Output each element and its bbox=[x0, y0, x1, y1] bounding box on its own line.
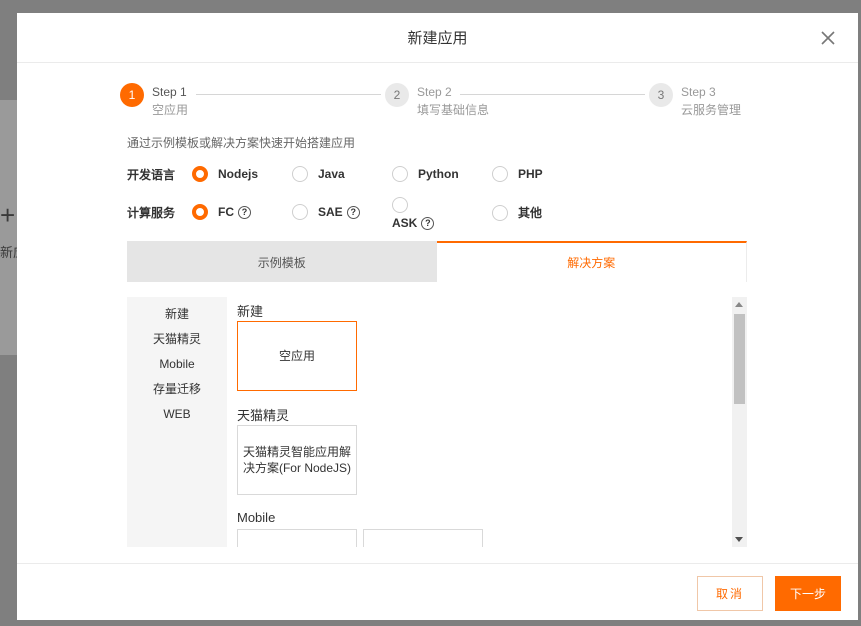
category-item-tmall-genie[interactable]: 天猫精灵 bbox=[127, 327, 227, 352]
step-3: 3 Step 3 云服务管理 bbox=[649, 83, 741, 119]
solution-card-mobile-1[interactable] bbox=[237, 529, 357, 547]
dialog-footer: 取消 下一步 bbox=[17, 563, 858, 620]
step-2: 2 Step 2 填写基础信息 bbox=[385, 83, 489, 119]
step-connector bbox=[196, 94, 381, 95]
radio-label: 其他 bbox=[518, 206, 543, 220]
cancel-button[interactable]: 取消 bbox=[697, 576, 763, 611]
help-icon[interactable]: ? bbox=[238, 205, 251, 219]
step-1-number: 1 bbox=[120, 83, 144, 107]
close-icon[interactable] bbox=[818, 28, 838, 48]
tab-solutions[interactable]: 解决方案 bbox=[436, 241, 747, 282]
radio-checked-icon bbox=[192, 166, 208, 182]
step-2-subtitle: 填写基础信息 bbox=[417, 103, 490, 117]
category-item-web[interactable]: WEB bbox=[127, 402, 227, 427]
radio-label: Java bbox=[318, 167, 345, 181]
scrollbar[interactable] bbox=[732, 297, 747, 547]
background-plus-icon: + bbox=[0, 200, 16, 230]
section-title-mobile: Mobile bbox=[237, 510, 276, 525]
radio-label: ASK bbox=[392, 216, 418, 230]
radio-icon bbox=[292, 204, 308, 220]
radio-icon bbox=[292, 166, 308, 182]
help-icon[interactable]: ? bbox=[346, 205, 360, 219]
solutions-panel: 新建 天猫精灵 Mobile 存量迁移 WEB 新建 空应用 天猫精灵 天猫精灵… bbox=[127, 297, 747, 547]
template-tabs: 示例模板 解决方案 bbox=[127, 241, 747, 282]
step-1-title: Step 1 bbox=[152, 85, 187, 99]
section-title-tmall-genie: 天猫精灵 bbox=[237, 408, 290, 423]
language-row: 开发语言 Nodejs Java Python PHP bbox=[127, 164, 767, 186]
radio-icon bbox=[492, 204, 508, 221]
language-php-radio[interactable]: PHP bbox=[492, 166, 543, 182]
language-java-radio[interactable]: Java bbox=[292, 166, 345, 182]
radio-label: SAE bbox=[318, 205, 343, 219]
solution-card-empty-app[interactable]: 空应用 bbox=[237, 321, 357, 391]
step-connector bbox=[460, 94, 645, 95]
step-3-title: Step 3 bbox=[681, 85, 716, 99]
language-label: 开发语言 bbox=[127, 168, 176, 182]
compute-sae-radio[interactable]: SAE ? bbox=[292, 204, 360, 220]
dialog-title: 新建应用 bbox=[407, 30, 468, 47]
solution-card-tmall-genie[interactable]: 天猫精灵智能应用解决方案(For NodeJS) bbox=[237, 425, 357, 495]
next-button[interactable]: 下一步 bbox=[775, 576, 841, 611]
create-app-dialog: 新建应用 1 Step 1 空应用 2 Step 2 填写基础信息 3 Step… bbox=[17, 13, 858, 620]
radio-icon bbox=[392, 197, 408, 213]
category-list: 新建 天猫精灵 Mobile 存量迁移 WEB bbox=[127, 297, 227, 547]
step-2-number: 2 bbox=[385, 83, 409, 107]
radio-checked-icon bbox=[192, 204, 208, 220]
compute-label: 计算服务 bbox=[127, 206, 176, 220]
section-title-new: 新建 bbox=[237, 304, 264, 319]
tab-sample-templates[interactable]: 示例模板 bbox=[127, 241, 437, 282]
compute-fc-radio[interactable]: FC ? bbox=[192, 204, 251, 220]
solution-list: 新建 空应用 天猫精灵 天猫精灵智能应用解决方案(For NodeJS) Mob… bbox=[237, 297, 732, 547]
category-item-mobile[interactable]: Mobile bbox=[127, 352, 227, 377]
step-indicator: 1 Step 1 空应用 2 Step 2 填写基础信息 3 Step 3 云服… bbox=[120, 83, 750, 123]
step-3-subtitle: 云服务管理 bbox=[681, 103, 742, 117]
language-nodejs-radio[interactable]: Nodejs bbox=[192, 166, 258, 182]
dialog-header: 新建应用 bbox=[17, 13, 858, 63]
language-python-radio[interactable]: Python bbox=[392, 166, 459, 182]
step-2-title: Step 2 bbox=[417, 85, 452, 99]
compute-ask-radio[interactable]: ASK ? bbox=[392, 197, 435, 230]
help-icon[interactable]: ? bbox=[421, 216, 435, 230]
radio-label: Python bbox=[418, 167, 459, 181]
radio-icon bbox=[392, 166, 408, 182]
step-3-number: 3 bbox=[649, 83, 673, 107]
step-1-subtitle: 空应用 bbox=[152, 103, 189, 117]
compute-row: 计算服务 FC ? SAE ? ASK ? 其他 bbox=[127, 197, 767, 234]
scroll-down-icon[interactable] bbox=[735, 537, 743, 542]
category-item-new[interactable]: 新建 bbox=[127, 302, 227, 327]
hint-text: 通过示例模板或解决方案快速开始搭建应用 bbox=[127, 136, 356, 150]
radio-label: PHP bbox=[518, 167, 543, 181]
step-1: 1 Step 1 空应用 bbox=[120, 83, 188, 119]
radio-label: Nodejs bbox=[218, 167, 259, 181]
scroll-thumb[interactable] bbox=[734, 314, 745, 404]
radio-icon bbox=[492, 166, 508, 182]
category-item-migration[interactable]: 存量迁移 bbox=[127, 377, 227, 402]
scroll-up-icon[interactable] bbox=[735, 302, 743, 307]
solution-card-mobile-2[interactable] bbox=[363, 529, 483, 547]
radio-label: FC bbox=[218, 205, 234, 219]
compute-other-radio[interactable]: 其他 bbox=[492, 204, 542, 221]
